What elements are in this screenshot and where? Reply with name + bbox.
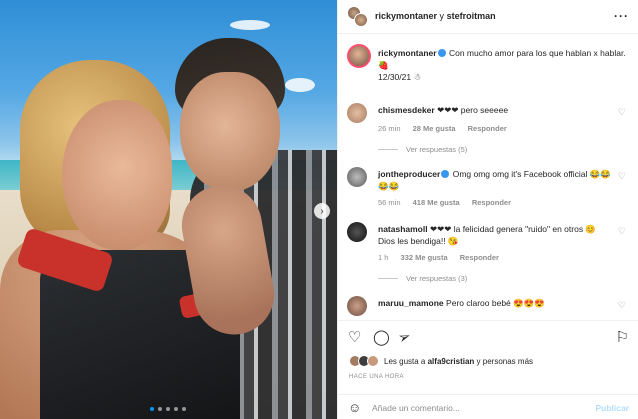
comment-meta: 56 min 418 Me gusta Responder (378, 198, 521, 207)
reply-button[interactable]: Responder (472, 198, 511, 207)
caption-username[interactable]: rickymontaner (378, 48, 437, 58)
chevron-right-icon: › (320, 205, 324, 217)
more-icon[interactable]: ··· (614, 9, 629, 23)
comment-likes[interactable]: 418 Me gusta (413, 198, 460, 207)
comment-body: chismesdeker ❤❤❤ pero seeeee (378, 104, 613, 116)
avatar (354, 13, 368, 27)
carousel-dot (150, 407, 154, 411)
caption-date: 12/30/21 ☃ (378, 72, 422, 82)
cloud (285, 78, 315, 92)
likes-text: Les gusta a alfa9cristian y personas más (384, 357, 533, 366)
likes-user[interactable]: alfa9cristian (428, 357, 475, 366)
avatar[interactable] (347, 167, 367, 187)
heart-icon[interactable]: ♡ (618, 171, 626, 182)
comment-body: jontheproducer Omg omg omg it's Facebook… (378, 168, 613, 192)
carousel-dot (166, 407, 170, 411)
publish-button[interactable]: Publicar (595, 403, 629, 413)
view-replies[interactable]: Ver respuestas (5) (378, 145, 467, 154)
author-separator: y (439, 11, 445, 21)
avatar (367, 355, 379, 367)
post-photo[interactable]: › (0, 0, 337, 419)
comment-body: natashamoll ❤❤❤ la felicidad genera "rui… (378, 223, 613, 247)
comment-likes[interactable]: 28 Me gusta (413, 124, 456, 133)
comment-body: maruu_mamone Pero claroo bebé 😍😍😍 (378, 297, 613, 309)
verified-icon (441, 170, 450, 178)
comment-time: 1 h (378, 253, 389, 262)
view-replies-label: Ver respuestas (3) (406, 274, 468, 283)
divider (378, 149, 398, 150)
woman-face (62, 100, 172, 250)
comment-text: Pero claroo bebé 😍😍😍 (446, 298, 545, 308)
cloud (230, 20, 270, 30)
carousel-dot (174, 407, 178, 411)
comment-meta: 1 h 332 Me gusta Responder (378, 253, 509, 262)
post-time: HACE UNA HORA (349, 374, 404, 380)
avatar[interactable] (347, 296, 367, 316)
share-icon[interactable]: ➢ (395, 326, 414, 347)
carousel-dot (182, 407, 186, 411)
carousel-dot (158, 407, 162, 411)
emoji-icon[interactable]: ☺ (348, 400, 361, 415)
caption-text: rickymontaner Con mucho amor para los qu… (378, 47, 633, 83)
comment-icon[interactable]: ◯ (373, 328, 390, 346)
likes-summary[interactable]: Les gusta a alfa9cristian y personas más (349, 355, 533, 367)
likes-prefix: Les gusta a (384, 356, 426, 366)
author-link[interactable]: stefroitman (447, 11, 496, 21)
heart-icon[interactable]: ♡ (618, 226, 626, 237)
comment-time: 56 min (378, 198, 401, 207)
collab-avatars[interactable] (347, 6, 369, 28)
carousel-dots (150, 407, 186, 411)
comment-meta: 26 min 28 Me gusta Responder (378, 124, 517, 133)
likes-suffix: y personas más (476, 356, 534, 366)
comment-text: ❤❤❤ pero seeeee (437, 105, 509, 115)
add-comment-bar: ☺ Publicar (338, 394, 638, 419)
view-replies[interactable]: Ver respuestas (3) (378, 274, 467, 283)
comment-likes[interactable]: 332 Me gusta (401, 253, 448, 262)
comment-username[interactable]: natashamoll (378, 224, 428, 234)
reply-button[interactable]: Responder (468, 124, 507, 133)
heart-icon[interactable]: ♡ (618, 107, 626, 118)
comment-time: 26 min (378, 124, 401, 133)
heart-icon[interactable]: ♡ (348, 328, 361, 346)
bookmark-icon[interactable]: ⚐ (616, 328, 629, 346)
comment-username[interactable]: chismesdeker (378, 105, 435, 115)
post-header: rickymontaner y stefroitman ··· (338, 0, 638, 34)
avatar[interactable] (347, 222, 367, 242)
divider (378, 278, 398, 279)
post-actions: ♡ ◯ ➢ ⚐ Les gusta a alfa9cristian y pers… (338, 320, 638, 419)
comment-username[interactable]: jontheproducer (378, 169, 440, 179)
post-side-panel: rickymontaner y stefroitman ··· rickymon… (337, 0, 638, 419)
author-link[interactable]: rickymontaner (375, 11, 437, 21)
comment-input[interactable] (372, 400, 592, 416)
view-replies-label: Ver respuestas (5) (406, 145, 468, 154)
verified-icon (437, 49, 446, 57)
reply-button[interactable]: Responder (460, 253, 499, 262)
heart-icon[interactable]: ♡ (618, 300, 626, 311)
man-face (180, 72, 280, 192)
avatar[interactable] (347, 44, 371, 68)
post-authors: rickymontaner y stefroitman (375, 11, 496, 21)
avatar[interactable] (347, 103, 367, 123)
comment-username[interactable]: maruu_mamone (378, 298, 444, 308)
next-photo-button[interactable]: › (314, 203, 330, 219)
